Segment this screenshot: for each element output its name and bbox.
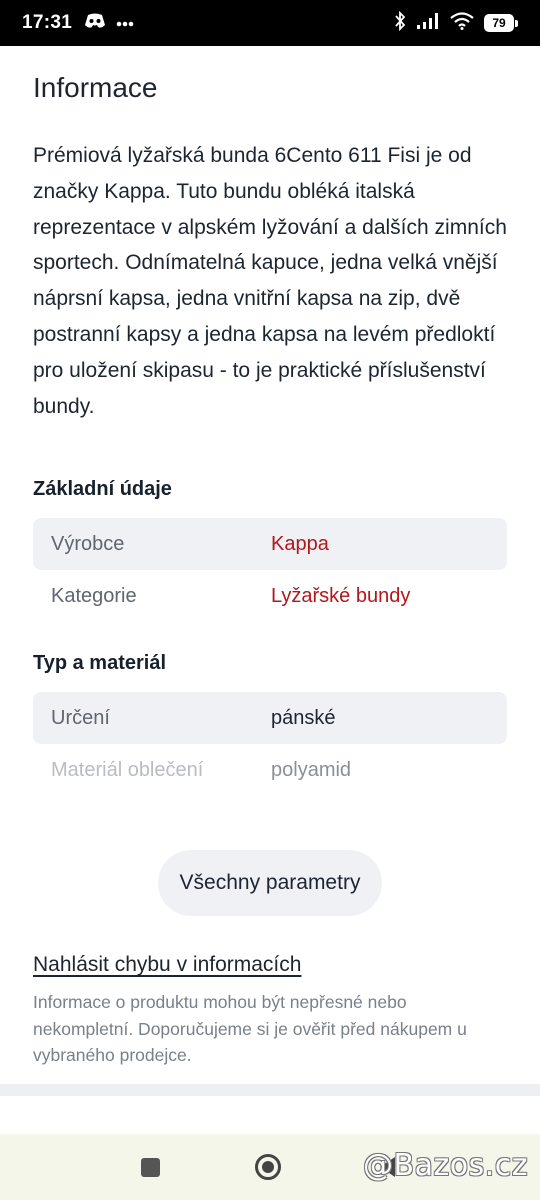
basic-info-title: Základní údaje	[33, 478, 172, 501]
battery-icon: 79	[484, 14, 518, 32]
param-row-manufacturer: Výrobce Kappa	[33, 518, 507, 571]
param-key: Materiál oblečení	[51, 758, 204, 781]
info-title: Informace	[33, 72, 158, 103]
param-value: polyamid	[271, 758, 352, 781]
all-parameters-button[interactable]: Všechny parametry	[157, 850, 383, 917]
param-key: Kategorie	[51, 584, 137, 607]
manufacturer-link[interactable]: Kappa	[271, 533, 329, 556]
category-link[interactable]: Lyžařské bundy	[271, 585, 410, 608]
product-description: Prémiová lyžařská bunda 6Cento 611 Fisi …	[33, 144, 507, 418]
discord-icon	[84, 13, 106, 34]
bluetooth-icon	[394, 10, 406, 36]
report-error-link[interactable]: Nahlásit chybu v informacích	[33, 953, 301, 977]
param-row-material: Materiál oblečení polyamid	[33, 744, 507, 796]
type-material-table: Určení pánské Materiál oblečení polyamid	[33, 692, 507, 796]
param-value: pánské	[271, 706, 336, 729]
battery-level: 79	[484, 14, 514, 32]
status-bar: 17:31 79	[0, 0, 540, 46]
recent-apps-icon[interactable]	[141, 1158, 160, 1177]
signal-icon	[416, 12, 440, 35]
status-time: 17:31	[22, 12, 73, 33]
more-dots-icon	[116, 14, 134, 32]
type-material-title: Typ a materiál	[33, 652, 167, 675]
param-key: Výrobce	[51, 532, 125, 555]
home-icon[interactable]	[255, 1154, 281, 1180]
section-divider	[0, 1084, 540, 1096]
param-row-gender: Určení pánské	[33, 692, 507, 745]
disclaimer-text: Informace o produktu mohou být nepřesné …	[33, 992, 467, 1066]
bazos-watermark: @Bazos.cz	[363, 1148, 528, 1183]
param-row-category: Kategorie Lyžařské bundy	[33, 570, 507, 622]
wifi-icon	[450, 11, 474, 35]
product-info-section: Informace Prémiová lyžařská bunda 6Cento…	[0, 46, 540, 1069]
param-key: Určení	[51, 706, 110, 729]
basic-info-table: Výrobce Kappa Kategorie Lyžařské bundy	[33, 518, 507, 622]
system-nav-bar: @Bazos.cz	[0, 1134, 540, 1200]
